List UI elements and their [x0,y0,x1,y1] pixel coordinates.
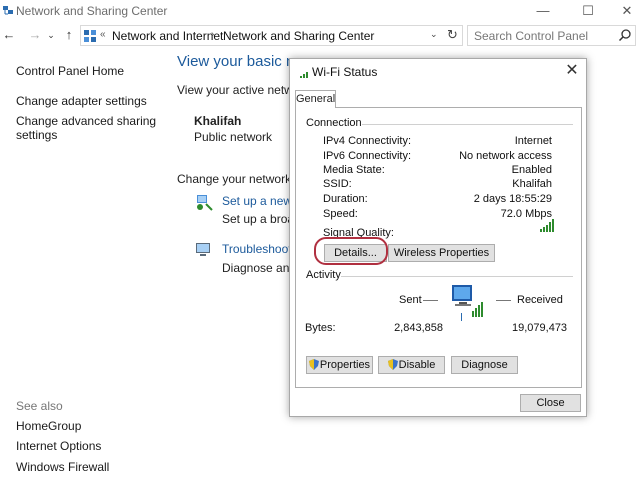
network-center-icon [3,6,13,15]
page-title: View your basic ne [177,53,303,70]
ipv6-label: IPv6 Connectivity: [323,150,412,162]
media-state-value: Enabled [511,164,552,176]
speed-label: Speed: [323,208,358,220]
homegroup-link[interactable]: HomeGroup [16,419,81,433]
disable-button[interactable]: Disable [378,356,445,374]
tab-general[interactable]: General [295,90,336,108]
window-title: Network and Sharing Center [16,4,168,18]
windows-firewall-link[interactable]: Windows Firewall [16,460,109,474]
forward-button[interactable]: → [28,26,42,44]
address-bar[interactable]: « Network and Internet › Network and Sha… [80,25,463,46]
ssid-label: SSID: [323,178,352,190]
sent-line [423,300,438,301]
see-also-heading: See also [16,399,63,413]
change-advanced-sharing-link-cont[interactable]: settings [16,128,57,142]
bytes-sent-value: 2,843,858 [394,322,443,334]
search-box[interactable] [467,25,636,46]
internet-options-link[interactable]: Internet Options [16,439,101,453]
duration-value: 2 days 18:55:29 [473,193,552,205]
connection-group-label: Connection [306,117,362,129]
signal-quality-icon [540,219,554,232]
setup-connection-icon [197,195,213,211]
breadcrumb-separator[interactable]: › [211,29,214,40]
connection-group-divider [348,124,573,125]
recent-locations-button[interactable]: ⌄ [44,26,58,44]
media-state-label: Media State: [323,164,385,176]
troubleshoot-icon [196,243,210,256]
ipv4-value: Internet [514,135,552,147]
dialog-title: Wi-Fi Status [312,65,378,79]
change-networking-label: Change your networking [177,172,308,186]
ipv4-label: IPv4 Connectivity: [323,135,412,147]
disable-button-label: Disable [398,359,436,371]
minimize-button[interactable]: — [520,1,566,21]
change-advanced-sharing-link[interactable]: Change advanced sharing [16,114,156,128]
diagnose-button[interactable]: Diagnose [451,356,518,374]
properties-button-label: Properties [319,359,371,371]
address-dropdown-icon[interactable]: ⌄ [430,29,438,40]
properties-button[interactable]: Properties [306,356,373,374]
search-input[interactable] [474,29,614,43]
admin-shield-icon [387,359,398,370]
network-type: Public network [194,130,273,144]
received-line [496,300,511,301]
up-button[interactable]: ↑ [62,26,76,44]
sent-label: Sent [399,294,422,306]
network-activity-icon [452,285,483,321]
ipv6-value: No network access [459,150,552,162]
wifi-signal-icon [300,72,308,78]
close-window-button[interactable]: ✕ [604,1,640,21]
refresh-icon[interactable]: ↻ [447,27,458,43]
navigation-bar: ← → ⌄ ↑ « Network and Internet › Network… [0,25,640,47]
search-icon[interactable] [618,28,632,42]
window-title-bar: Network and Sharing Center — ☐ ✕ [0,0,640,22]
ssid-value: Khalifah [512,178,552,190]
duration-label: Duration: [323,193,368,205]
dialog-close-button[interactable]: ✕ [562,62,582,80]
details-highlight-annotation [314,237,388,265]
bytes-label: Bytes: [305,322,336,334]
control-panel-icon [84,30,96,42]
back-button[interactable]: ← [2,26,16,44]
breadcrumb-network-and-internet[interactable]: Network and Internet [112,29,223,43]
activity-group-label: Activity [306,269,341,281]
change-adapter-settings-link[interactable]: Change adapter settings [16,94,147,108]
control-panel-home-link[interactable]: Control Panel Home [16,64,124,78]
bytes-received-value: 19,079,473 [512,322,568,334]
breadcrumb-overflow[interactable]: « [100,29,106,40]
network-name: Khalifah [194,114,242,128]
wifi-status-dialog: Wi-Fi Status ✕ General Connection IPv4 C… [289,58,587,417]
admin-shield-icon [308,359,319,370]
activity-group-divider [340,276,573,277]
breadcrumb-network-sharing-center[interactable]: Network and Sharing Center [223,29,374,43]
received-label: Received [517,294,563,306]
dialog-close-footer-button[interactable]: Close [520,394,581,412]
wireless-properties-button[interactable]: Wireless Properties [388,244,495,262]
